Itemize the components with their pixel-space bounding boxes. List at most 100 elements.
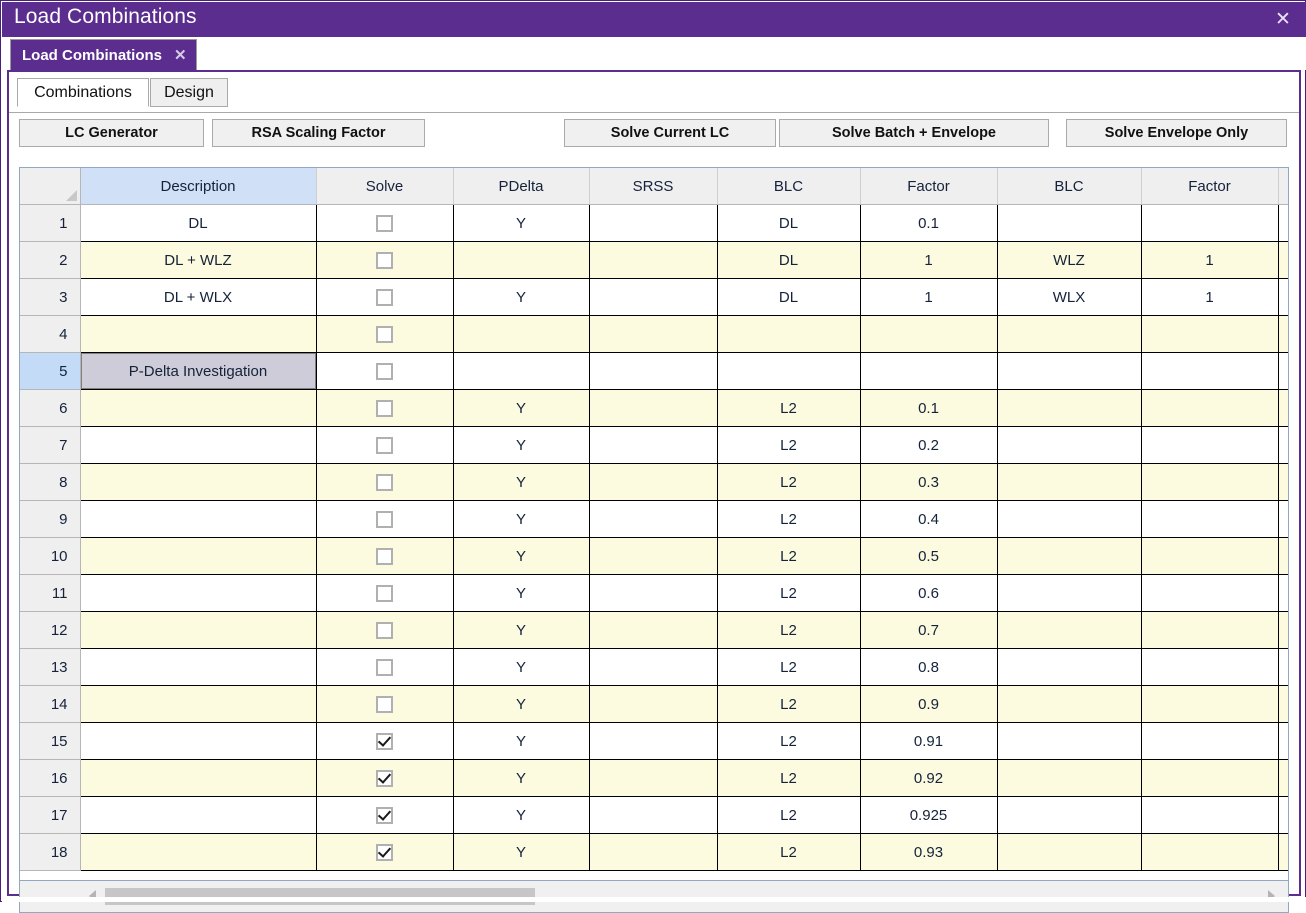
cell-factor2[interactable] xyxy=(1141,538,1278,575)
cell-blc2[interactable] xyxy=(997,316,1141,353)
cell-solve[interactable] xyxy=(316,501,453,538)
cell-blc2[interactable] xyxy=(997,760,1141,797)
cell-factor2[interactable] xyxy=(1141,797,1278,834)
cell-overflow[interactable] xyxy=(1278,612,1289,649)
cell-description[interactable]: P-Delta Investigation xyxy=(80,353,316,390)
triangle-right-icon[interactable] xyxy=(1262,881,1280,911)
cell-pdelta[interactable]: Y xyxy=(453,686,589,723)
cell-blc2[interactable] xyxy=(997,464,1141,501)
cell-srss[interactable] xyxy=(589,242,717,279)
row-header-17[interactable]: 17 xyxy=(20,797,80,834)
cell-description[interactable] xyxy=(80,464,316,501)
cell-solve[interactable] xyxy=(316,316,453,353)
cell-description[interactable] xyxy=(80,686,316,723)
cell-blc1[interactable]: L2 xyxy=(717,464,860,501)
cell-blc1[interactable]: L2 xyxy=(717,575,860,612)
column-header-blc2[interactable]: BLC xyxy=(997,168,1141,205)
cell-blc1[interactable]: L2 xyxy=(717,649,860,686)
column-header-srss[interactable]: SRSS xyxy=(589,168,717,205)
checkbox-unchecked-icon[interactable] xyxy=(376,659,393,676)
cell-srss[interactable] xyxy=(589,501,717,538)
cell-blc1[interactable]: L2 xyxy=(717,723,860,760)
checkbox-checked-icon[interactable] xyxy=(376,844,393,861)
checkbox-unchecked-icon[interactable] xyxy=(376,511,393,528)
cell-srss[interactable] xyxy=(589,353,717,390)
cell-overflow[interactable] xyxy=(1278,649,1289,686)
cell-factor1[interactable] xyxy=(860,316,997,353)
row-header-18[interactable]: 18 xyxy=(20,834,80,871)
cell-factor1[interactable]: 0.925 xyxy=(860,797,997,834)
row-header-6[interactable]: 6 xyxy=(20,390,80,427)
checkbox-checked-icon[interactable] xyxy=(376,733,393,750)
column-header-pdelta[interactable]: PDelta xyxy=(453,168,589,205)
cell-srss[interactable] xyxy=(589,316,717,353)
cell-blc2[interactable] xyxy=(997,538,1141,575)
cell-blc2[interactable] xyxy=(997,797,1141,834)
cell-description[interactable]: DL + WLZ xyxy=(80,242,316,279)
cell-description[interactable] xyxy=(80,538,316,575)
cell-srss[interactable] xyxy=(589,686,717,723)
cell-description[interactable] xyxy=(80,575,316,612)
checkbox-unchecked-icon[interactable] xyxy=(376,474,393,491)
cell-description[interactable] xyxy=(80,760,316,797)
cell-blc1[interactable] xyxy=(717,316,860,353)
cell-srss[interactable] xyxy=(589,390,717,427)
cell-solve[interactable] xyxy=(316,834,453,871)
cell-overflow[interactable] xyxy=(1278,464,1289,501)
cell-srss[interactable] xyxy=(589,797,717,834)
checkbox-unchecked-icon[interactable] xyxy=(376,696,393,713)
cell-factor2[interactable] xyxy=(1141,575,1278,612)
cell-factor2[interactable] xyxy=(1141,649,1278,686)
window-close-icon[interactable]: ✕ xyxy=(1270,7,1296,33)
cell-blc1[interactable]: L2 xyxy=(717,427,860,464)
cell-blc1[interactable]: DL xyxy=(717,242,860,279)
checkbox-unchecked-icon[interactable] xyxy=(376,326,393,343)
cell-factor2[interactable] xyxy=(1141,834,1278,871)
cell-blc2[interactable] xyxy=(997,205,1141,242)
row-header-13[interactable]: 13 xyxy=(20,649,80,686)
column-header-factor2[interactable]: Factor xyxy=(1141,168,1278,205)
row-header-16[interactable]: 16 xyxy=(20,760,80,797)
cell-overflow[interactable] xyxy=(1278,390,1289,427)
cell-solve[interactable] xyxy=(316,279,453,316)
cell-blc1[interactable] xyxy=(717,353,860,390)
cell-factor1[interactable]: 0.92 xyxy=(860,760,997,797)
cell-pdelta[interactable]: Y xyxy=(453,390,589,427)
checkbox-unchecked-icon[interactable] xyxy=(376,437,393,454)
cell-overflow[interactable] xyxy=(1278,316,1289,353)
solve-envelope-only-button[interactable]: Solve Envelope Only xyxy=(1066,119,1287,147)
cell-pdelta[interactable]: Y xyxy=(453,575,589,612)
cell-pdelta[interactable]: Y xyxy=(453,427,589,464)
cell-overflow[interactable] xyxy=(1278,427,1289,464)
cell-pdelta[interactable]: Y xyxy=(453,649,589,686)
cell-factor2[interactable] xyxy=(1141,205,1278,242)
cell-description[interactable]: DL xyxy=(80,205,316,242)
row-header-14[interactable]: 14 xyxy=(20,686,80,723)
cell-blc1[interactable]: L2 xyxy=(717,538,860,575)
column-header-factor1[interactable]: Factor xyxy=(860,168,997,205)
cell-overflow[interactable] xyxy=(1278,279,1289,316)
cell-factor1[interactable]: 0.7 xyxy=(860,612,997,649)
cell-blc1[interactable]: DL xyxy=(717,205,860,242)
cell-factor1[interactable]: 0.4 xyxy=(860,501,997,538)
cell-blc2[interactable] xyxy=(997,612,1141,649)
cell-factor2[interactable] xyxy=(1141,723,1278,760)
cell-blc2[interactable] xyxy=(997,427,1141,464)
cell-overflow[interactable] xyxy=(1278,723,1289,760)
cell-factor1[interactable]: 0.1 xyxy=(860,205,997,242)
cell-factor2[interactable] xyxy=(1141,316,1278,353)
cell-pdelta[interactable]: Y xyxy=(453,279,589,316)
cell-solve[interactable] xyxy=(316,205,453,242)
triangle-left-icon[interactable] xyxy=(83,881,101,911)
cell-blc1[interactable]: L2 xyxy=(717,760,860,797)
cell-blc2[interactable]: WLX xyxy=(997,279,1141,316)
cell-solve[interactable] xyxy=(316,723,453,760)
column-header-solve[interactable]: Solve xyxy=(316,168,453,205)
cell-pdelta[interactable] xyxy=(453,353,589,390)
cell-overflow[interactable] xyxy=(1278,538,1289,575)
row-header-3[interactable]: 3 xyxy=(20,279,80,316)
cell-srss[interactable] xyxy=(589,205,717,242)
cell-solve[interactable] xyxy=(316,612,453,649)
cell-pdelta[interactable] xyxy=(453,316,589,353)
document-tab-close-icon[interactable]: ✕ xyxy=(174,46,187,64)
